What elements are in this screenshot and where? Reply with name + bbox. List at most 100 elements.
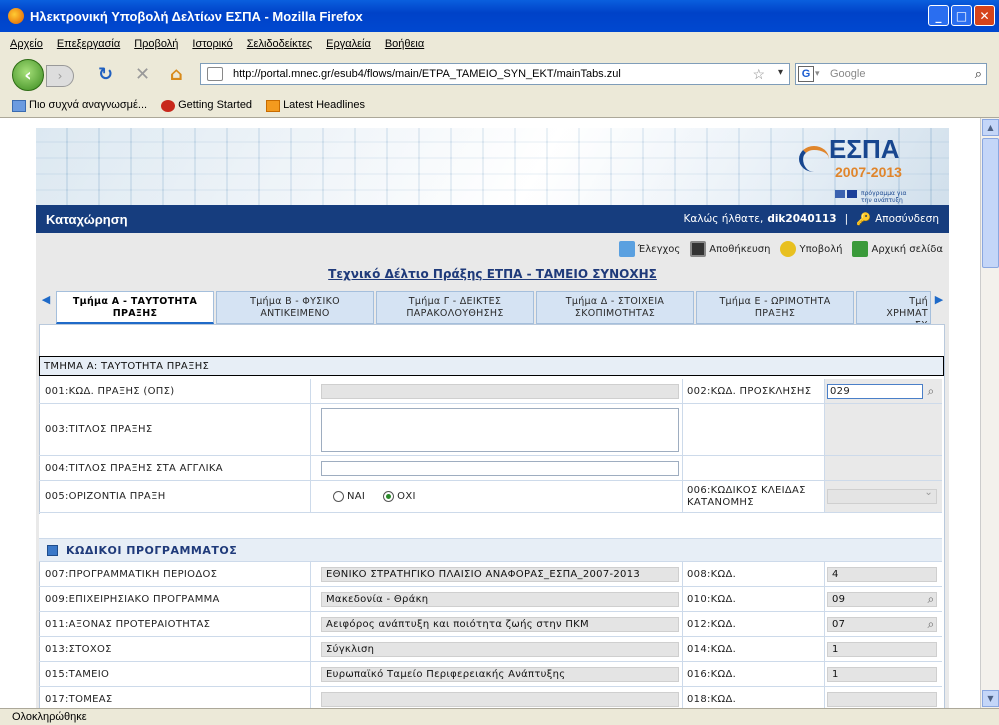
menu-help[interactable]: Βοήθεια: [385, 38, 424, 50]
logout-link[interactable]: Αποσύνδεση: [875, 213, 939, 225]
firefox-bookmark-icon: [161, 99, 176, 112]
scroll-up-icon[interactable]: ▲: [982, 119, 999, 136]
search-engine-dropdown-icon[interactable]: ▾: [815, 68, 820, 79]
close-button[interactable]: ✕: [974, 5, 995, 26]
program-row-value: Ευρωπαϊκό Ταμείο Περιφερειακής Ανάπτυξης: [321, 666, 679, 682]
header-banner: ΕΣΠΑ 2007-2013 πρόγραμμα για την ανάπτυξ…: [36, 128, 949, 205]
program-row-value: ΕΘΝΙΚΟ ΣΤΡΑΤΗΓΙΚΟ ΠΛΑΙΣΙΟ ΑΝΑΦΟΡΑΣ_ΕΣΠΑ_…: [321, 566, 679, 582]
radio-no[interactable]: ΟΧΙ: [383, 491, 416, 502]
field-label-006: 006:ΚΩΔΙΚΟΣ ΚΛΕΙΔΑΣ ΚΑΤΑΝΟΜΗΣ: [683, 481, 825, 512]
program-row: 013:ΣΤΟΧΟΣ Σύγκλιση 014:ΚΩΔ. 1: [39, 637, 942, 662]
house-icon: [852, 241, 869, 257]
tab-section-b[interactable]: Τμήμα Β - ΦΥΣΙΚΟ ΑΝΤΙΚΕΙΜΕΝΟ: [216, 291, 374, 324]
check-button[interactable]: Έλεγχος: [618, 241, 680, 257]
menu-file[interactable]: Αρχείο: [10, 38, 43, 50]
page-viewport: ΕΣΠΑ 2007-2013 πρόγραμμα για την ανάπτυξ…: [0, 118, 980, 708]
tab-section-f[interactable]: ΤμήΧΡΗΜΑΤΣΧ: [856, 291, 931, 324]
action-toolbar: Έλεγχος Αποθήκευση Υποβολή Αρχική σελίδα: [618, 241, 943, 257]
submit-button[interactable]: Υποβολή: [780, 241, 842, 257]
menu-tools[interactable]: Εργαλεία: [326, 38, 371, 50]
field-006-select[interactable]: [827, 487, 937, 504]
tab-scroll-right-icon[interactable]: ▶: [931, 291, 947, 324]
greeting: Καλώς ήλθατε,: [683, 213, 764, 225]
maximize-button[interactable]: □: [951, 5, 972, 26]
program-row: 017:ΤΟΜΕΑΣ 018:ΚΩΔ.: [39, 687, 942, 708]
folder-icon: [12, 99, 26, 112]
home-icon[interactable]: ⌂: [170, 64, 183, 85]
reload-icon[interactable]: ↻: [98, 64, 113, 85]
page-container: ΕΣΠΑ 2007-2013 πρόγραμμα για την ανάπτυξ…: [36, 128, 949, 708]
tab-strip: ◀ Τμήμα Α - ΤΑΥΤΟΤΗΤΑ ΠΡΑΞΗΣ Τμήμα Β - ΦΥ…: [38, 291, 947, 324]
save-button[interactable]: Αποθήκευση: [690, 241, 770, 257]
firefox-icon: [8, 8, 24, 24]
radio-yes[interactable]: ΝΑΙ: [333, 491, 365, 502]
google-icon[interactable]: G: [798, 66, 814, 82]
form-row-005: 005:ΟΡΙΖΟΝΤΙΑ ΠΡΑΞΗ ΝΑΙ ΟΧΙ 006:ΚΩΔΙΚΟΣ …: [39, 481, 942, 513]
menu-history[interactable]: Ιστορικό: [192, 38, 232, 50]
collapse-icon[interactable]: [47, 544, 58, 556]
program-row-code-label: 018:ΚΩΔ.: [683, 687, 825, 708]
url-dropdown-icon[interactable]: ▾: [778, 67, 783, 78]
field-003-textarea[interactable]: [321, 407, 679, 452]
logout-icon[interactable]: 🔑: [856, 212, 871, 226]
url-bar[interactable]: http://portal.mnec.gr/esub4/flows/main/E…: [200, 63, 790, 85]
program-codes-header: ΚΩΔΙΚΟΙ ΠΡΟΓΡΑΜΜΑΤΟΣ: [39, 538, 942, 562]
status-bar: Ολοκληρώθηκε: [0, 708, 999, 725]
menu-edit[interactable]: Επεξεργασία: [57, 38, 120, 50]
program-row-label: 013:ΣΤΟΧΟΣ: [39, 637, 311, 661]
field-label-004: 004:ΤΙΤΛΟΣ ΠΡΑΞΗΣ ΣΤΑ ΑΓΓΛΙΚΑ: [39, 456, 311, 480]
scroll-thumb[interactable]: [982, 138, 999, 268]
lookup-002-icon[interactable]: ⌕: [922, 382, 940, 400]
stop-icon[interactable]: ✕: [135, 64, 150, 85]
program-row: 009:ΕΠΙΧΕΙΡΗΣΙΑΚΟ ΠΡΟΓΡΑΜΜΑ Μακεδονία - Θ…: [39, 587, 942, 612]
form-row-003: 003:ΤΙΤΛΟΣ ΠΡΑΞΗΣ: [39, 404, 942, 456]
field-label-003: 003:ΤΙΤΛΟΣ ΠΡΑΞΗΣ: [39, 404, 311, 455]
field-002-input[interactable]: 029: [827, 383, 923, 399]
program-row-value: Μακεδονία - Θράκη: [321, 591, 679, 607]
search-icon[interactable]: ⌕: [975, 66, 982, 82]
bookmark-getting-started[interactable]: Getting Started: [161, 99, 252, 112]
tab-section-e[interactable]: Τμήμα Ε - ΩΡΙΜΟΤΗΤΑ ΠΡΑΞΗΣ: [696, 291, 854, 324]
window-title: Ηλεκτρονική Υποβολή Δελτίων ΕΣΠΑ - Mozil…: [30, 8, 363, 24]
program-row: 011:ΑΞΟΝΑΣ ΠΡΟΤΕΡΑΙΟΤΗΤΑΣ Αειφόρος ανάπτυ…: [39, 612, 942, 637]
program-row-value: Σύγκλιση: [321, 641, 679, 657]
document-title: Τεχνικό Δέλτιο Πράξης ΕΤΠΑ - ΤΑΜΕΙΟ ΣΥΝΟ…: [328, 267, 657, 281]
search-box[interactable]: G ▾ Google ⌕: [795, 63, 987, 85]
scroll-down-icon[interactable]: ▼: [982, 690, 999, 707]
bookmark-latest-headlines[interactable]: Latest Headlines: [266, 99, 365, 112]
page-title: Καταχώρηση: [46, 211, 128, 227]
lookup-icon[interactable]: ⌕: [922, 615, 940, 633]
tab-section-a[interactable]: Τμήμα Α - ΤΑΥΤΟΤΗΤΑ ΠΡΑΞΗΣ: [56, 291, 214, 324]
menu-view[interactable]: Προβολή: [134, 38, 178, 50]
forward-button[interactable]: ›: [46, 65, 74, 87]
minimize-button[interactable]: _: [928, 5, 949, 26]
program-row-label: 007:ΠΡΟΓΡΑΜΜΑΤΙΚΗ ΠΕΡΙΟΔΟΣ: [39, 562, 311, 586]
program-row-code: 07: [827, 616, 937, 632]
field-label-005: 005:ΟΡΙΖΟΝΤΙΑ ΠΡΑΞΗ: [39, 481, 311, 512]
header-bar: Καταχώρηση Καλώς ήλθατε, dik2040113 | 🔑 …: [36, 205, 949, 233]
program-row-label: 017:ΤΟΜΕΑΣ: [39, 687, 311, 708]
status-text: Ολοκληρώθηκε: [12, 711, 87, 723]
program-row-code-label: 008:ΚΩΔ.: [683, 562, 825, 586]
tab-scroll-left-icon[interactable]: ◀: [38, 291, 54, 324]
program-row: 015:ΤΑΜΕΙΟ Ευρωπαϊκό Ταμείο Περιφερειακής…: [39, 662, 942, 687]
bookmark-star-icon[interactable]: ☆: [752, 66, 765, 83]
program-row-label: 011:ΑΞΟΝΑΣ ΠΡΟΤΕΡΑΙΟΤΗΤΑΣ: [39, 612, 311, 636]
program-row-code-label: 012:ΚΩΔ.: [683, 612, 825, 636]
field-004-input[interactable]: [321, 460, 679, 476]
form-area: Έλεγχος Αποθήκευση Υποβολή Αρχική σελίδα…: [36, 233, 949, 708]
menu-bookmarks[interactable]: Σελιδοδείκτες: [247, 38, 312, 50]
tab-section-d[interactable]: Τμήμα Δ - ΣΤΟΙΧΕΙΑ ΣΚΟΠΙΜΟΤΗΤΑΣ: [536, 291, 694, 324]
tab-section-c[interactable]: Τμήμα Γ - ΔΕΙΚΤΕΣ ΠΑΡΑΚΟΛΟΥΘΗΣΗΣ: [376, 291, 534, 324]
program-row-code: 4: [827, 566, 937, 582]
username: dik2040113: [767, 213, 837, 225]
lookup-icon[interactable]: ⌕: [922, 590, 940, 608]
user-info: Καλώς ήλθατε, dik2040113 | 🔑 Αποσύνδεση: [683, 212, 939, 226]
home-page-button[interactable]: Αρχική σελίδα: [852, 241, 943, 257]
bookmark-most-visited[interactable]: Πιο συχνά αναγνωσμέ...: [12, 99, 147, 112]
save-icon: [690, 241, 707, 257]
program-row: 007:ΠΡΟΓΡΑΜΜΑΤΙΚΗ ΠΕΡΙΟΔΟΣ ΕΘΝΙΚΟ ΣΤΡΑΤΗΓ…: [39, 562, 942, 587]
search-placeholder: Google: [830, 68, 866, 80]
back-button[interactable]: ‹: [12, 59, 44, 91]
vertical-scrollbar[interactable]: ▲ ▼: [980, 118, 999, 708]
